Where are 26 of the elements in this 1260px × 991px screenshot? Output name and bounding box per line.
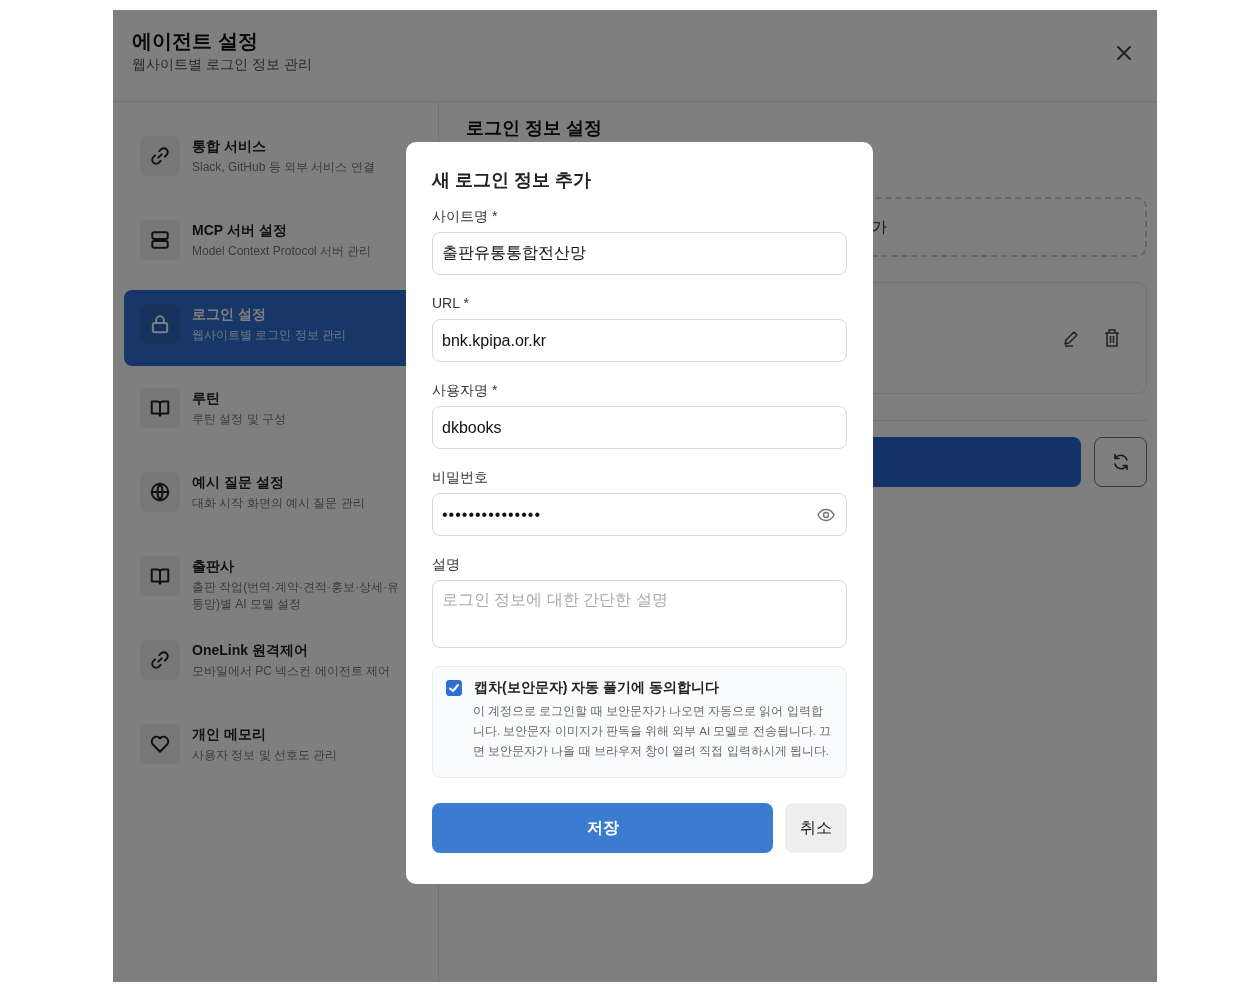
item-title: 통합 서비스 [192,137,267,156]
item-title: 예시 질문 설정 [192,473,285,492]
item-description: 사용자 정보 및 선호도 관리 [192,747,339,764]
item-description: 루틴 설정 및 구성 [192,411,287,428]
item-title: 루틴 [192,389,221,408]
field-label: 사이트명 * [432,207,499,226]
modal-title: 새 로그인 정보 추가 [432,169,592,192]
item-description: Model Context Protocol 서버 관리 [192,243,373,260]
item-title: 로그인 설정 [192,305,267,324]
item-description: 웹사이트별 로그인 정보 관리 [192,327,347,344]
captcha-description: 이 계정으로 로그인할 때 보안문자가 나오면 자동으로 읽어 입력합니다. 보안문자 이미지가 판독을 위해 외부 AI 모델로 전송됩니다. 끄면 보안문자가 나올 때 브라우저 창이 열려 직접 입력하시게 됩니다. [473,704,832,759]
item-title: 개인 메모리 [192,725,267,744]
checkbox-label: 캡차(보안문자) 자동 풀기에 동의합니다 [474,679,719,697]
field-label: 사용자명 * [432,381,499,400]
item-title: MCP 서버 설정 [192,221,288,240]
section-heading: 로그인 정보 설정 [466,117,603,140]
window-title: 에이전트 설정 [132,29,259,54]
item-title: OneLink 원격제어 [192,641,309,660]
item-title: 출판사 [192,557,235,576]
field-label: 비밀번호 [432,468,489,487]
window-subtitle: 웹사이트별 로그인 정보 관리 [132,56,312,74]
item-description: Slack, GitHub 등 외부 서비스 연결 [192,159,376,176]
field-label: 설명 [432,555,461,574]
item-description: 대화 시작 화면의 예시 질문 관리 [192,495,366,512]
item-description: 출판 작업(번역·계약·견적·홍보·상세·유통망)별 AI 모델 설정 [192,579,401,613]
item-description: 모바일에서 PC 넥스컨 에이전트 제어 [192,663,391,680]
